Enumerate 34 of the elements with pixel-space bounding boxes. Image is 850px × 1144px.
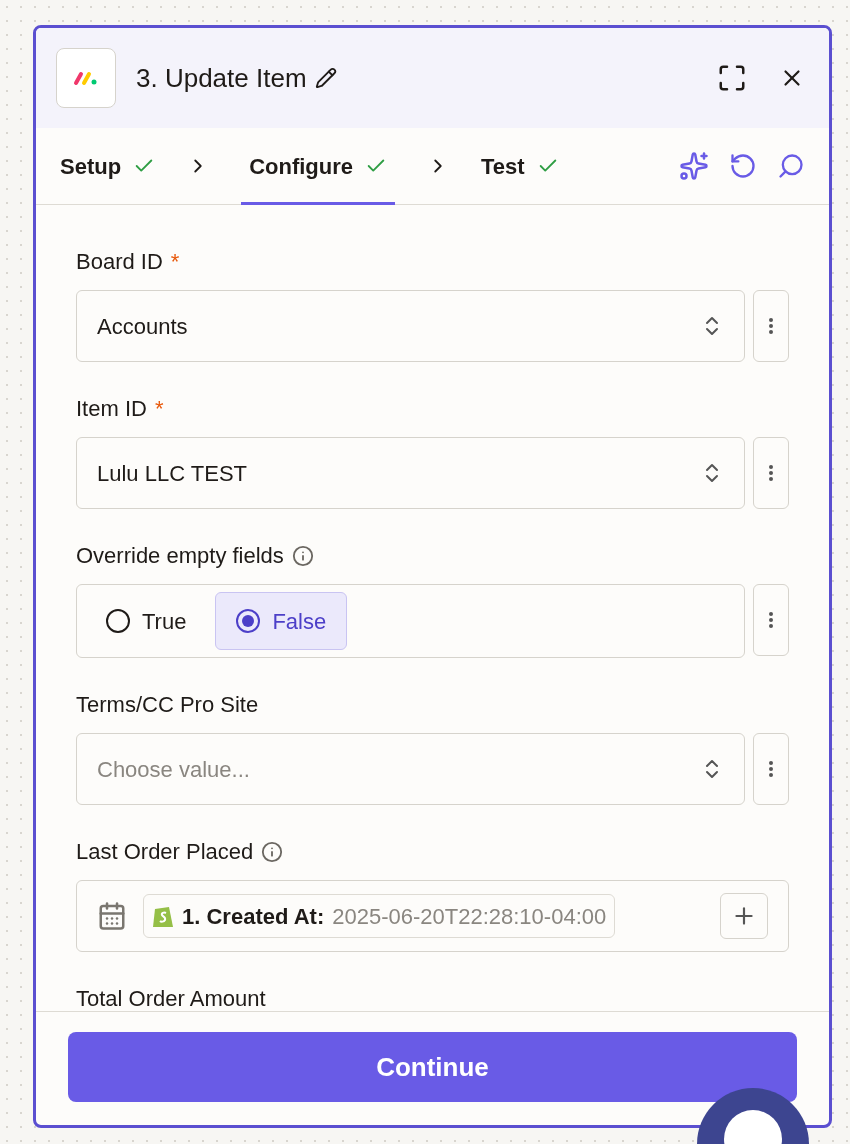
- step-title: 3. Update Item: [136, 61, 307, 95]
- field-label: Override empty fields: [76, 542, 284, 570]
- continue-button[interactable]: Continue: [68, 1032, 797, 1102]
- radio-option[interactable]: True: [85, 592, 208, 650]
- field-label: Last Order Placed: [76, 838, 254, 866]
- edit-icon[interactable]: [314, 67, 337, 89]
- field-label: Terms/CC Pro Site: [76, 691, 259, 719]
- date-field[interactable]: 1. Created At: 2025-06-20T22:28:10-04:00: [76, 880, 789, 952]
- select-field[interactable]: Accounts: [76, 290, 745, 362]
- more-icon: [769, 318, 773, 334]
- more-icon: [769, 761, 773, 777]
- expand-icon[interactable]: [717, 63, 747, 93]
- required-asterisk: *: [170, 248, 180, 276]
- info-icon[interactable]: [261, 840, 284, 863]
- field-label: Total Order Amount: [76, 985, 266, 1011]
- select-field[interactable]: Lulu LLC TEST: [76, 437, 745, 509]
- data-token[interactable]: 1. Created At: 2025-06-20T22:28:10-04:00: [143, 894, 616, 938]
- search-icon[interactable]: [777, 152, 805, 180]
- more-icon: [769, 465, 773, 481]
- calendar-icon: [97, 901, 127, 931]
- required-asterisk: *: [154, 395, 164, 423]
- step-tab[interactable]: Configure: [241, 127, 395, 205]
- radio-option[interactable]: False: [215, 592, 348, 650]
- field-label: Item ID: [76, 395, 147, 423]
- sparkle-icon[interactable]: [679, 151, 709, 181]
- more-icon: [769, 612, 773, 628]
- info-icon[interactable]: [291, 544, 314, 567]
- field-label: Board ID: [76, 248, 163, 276]
- undo-icon[interactable]: [729, 152, 757, 180]
- select-field[interactable]: Choose value...: [76, 733, 745, 805]
- logo-icon: [73, 70, 99, 86]
- add-button[interactable]: [720, 893, 768, 939]
- step-tab[interactable]: Test: [481, 127, 559, 205]
- step-tab[interactable]: Setup: [60, 127, 156, 205]
